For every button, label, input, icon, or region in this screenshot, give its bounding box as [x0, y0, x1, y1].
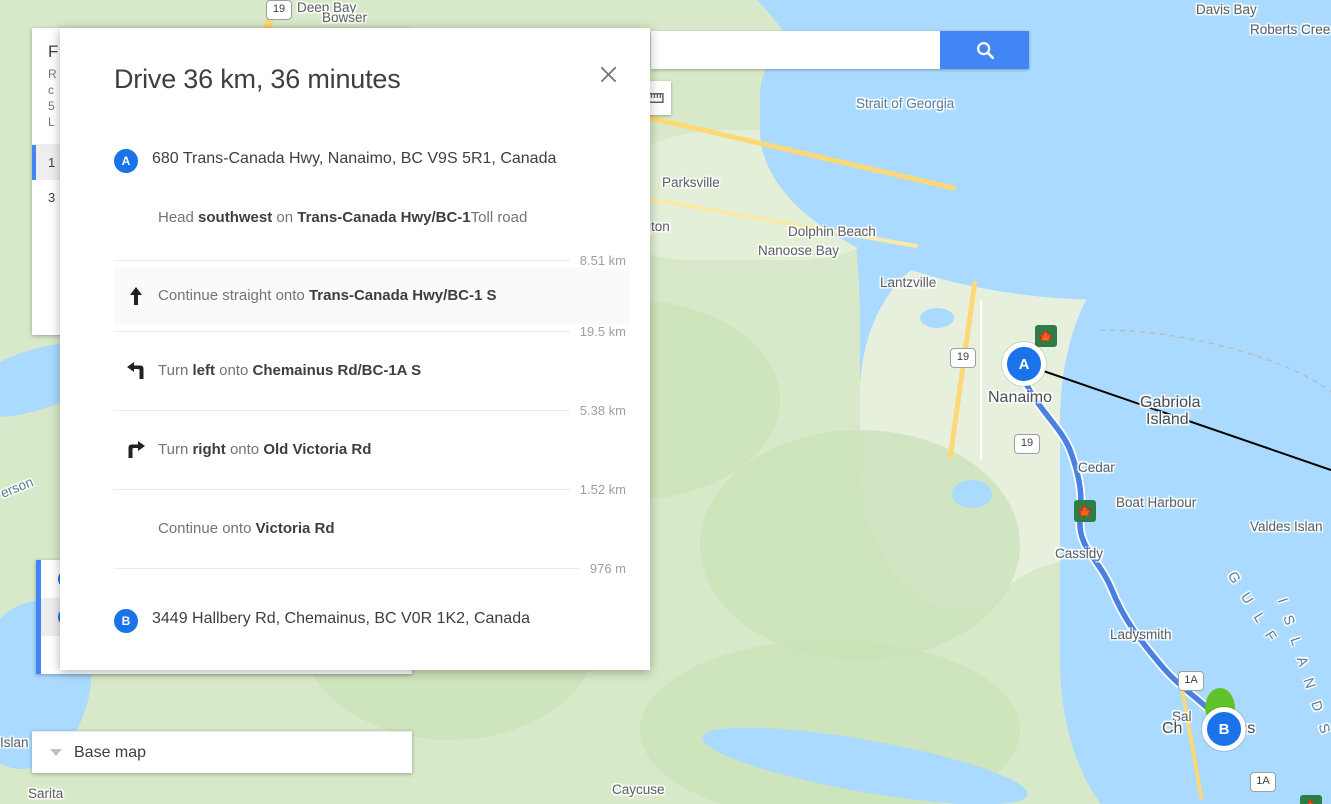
- step-distance: 8.51 km: [579, 253, 626, 268]
- map-label: Cedar: [1078, 460, 1115, 475]
- map-label: Parksville: [662, 175, 720, 190]
- map-label-water: Strait of Georgia: [856, 96, 955, 111]
- map-label: Nanoose Bay: [758, 243, 840, 258]
- step-text: Continue straight onto Trans-Canada Hwy/…: [158, 285, 497, 307]
- search-button[interactable]: [940, 31, 1029, 69]
- map-label: Sarita: [28, 786, 64, 801]
- map-label: Boat Harbour: [1116, 495, 1197, 510]
- head-road: Trans-Canada Hwy/BC-1: [297, 209, 471, 226]
- map-label: Davis Bay: [1196, 2, 1257, 17]
- terrain-shade-2: [700, 430, 1020, 660]
- step-text: Continue onto Victoria Rd: [158, 518, 335, 540]
- water-nanaimo-lakes: [952, 480, 992, 508]
- map-label: Ch: [1162, 720, 1183, 737]
- step-row[interactable]: Continue straight onto Trans-Canada Hwy/…: [114, 268, 630, 324]
- close-icon: [600, 66, 616, 82]
- final-distance: 976 m: [589, 561, 626, 576]
- step-row[interactable]: Turn right onto Old Victoria Rd: [114, 418, 630, 482]
- step-prefix: Turn: [158, 441, 193, 458]
- arrow-straight-icon: [114, 286, 158, 306]
- highway-shield: 19: [950, 348, 976, 368]
- divider-line: [114, 568, 580, 569]
- step-divider: 19.5 km: [114, 324, 630, 339]
- step-distance: 5.38 km: [579, 403, 626, 418]
- step-row[interactable]: Continue onto Victoria Rd: [114, 497, 630, 561]
- park-icon: 🍁: [1074, 500, 1096, 522]
- step-divider-final: 976 m: [114, 561, 630, 576]
- step-direction: right: [192, 441, 226, 458]
- map-label: Islan: [0, 735, 29, 750]
- step-divider: 1.52 km: [114, 482, 630, 497]
- map-marker-b[interactable]: B: [1202, 707, 1246, 751]
- step-divider: 5.38 km: [114, 403, 630, 418]
- highway-shield: 19: [266, 0, 292, 20]
- destination-marker-badge: B: [114, 609, 138, 633]
- highway-shield: 1A: [1250, 772, 1276, 792]
- divider-line: [114, 260, 570, 261]
- map-label: Bowser: [322, 10, 368, 25]
- map-label: Cassidy: [1055, 546, 1104, 561]
- arrow-turn-left-icon: [114, 361, 158, 381]
- divider-line: [114, 410, 570, 411]
- destination-address: 3449 Hallbery Rd, Chemainus, BC V0R 1K2,…: [152, 610, 530, 627]
- divider-line: [114, 331, 570, 332]
- map-search-bar[interactable]: [651, 31, 1029, 69]
- origin-address: 680 Trans-Canada Hwy, Nanaimo, BC V9S 5R…: [152, 150, 557, 167]
- search-icon: [976, 42, 994, 60]
- road-local-nanaimo: [980, 300, 982, 460]
- map-label: Ladysmith: [1110, 627, 1172, 642]
- origin-marker-badge: A: [114, 149, 138, 173]
- map-label: Roberts Cree: [1250, 22, 1331, 37]
- step-prefix: Continue onto: [158, 520, 256, 537]
- map-label: Caycuse: [612, 782, 665, 797]
- divider-line: [114, 489, 570, 490]
- step-text: Turn left onto Chemainus Rd/BC-1A S: [158, 360, 421, 382]
- step-head: Head southwest on Trans-Canada Hwy/BC-1T…: [114, 181, 630, 239]
- park-icon: 🍁: [1300, 795, 1322, 804]
- head-mid: on: [272, 209, 298, 226]
- arrow-turn-right-icon: [114, 440, 158, 460]
- water-lake-small-1: [920, 308, 954, 328]
- step-mid: onto: [214, 362, 253, 379]
- route-origin: A 680 Trans-Canada Hwy, Nanaimo, BC V9S …: [114, 146, 630, 173]
- map-label: Nanaimo: [988, 389, 1053, 406]
- base-map-section[interactable]: Base map: [32, 731, 412, 773]
- head-toll-note: Toll road: [470, 209, 528, 226]
- route-destination: B 3449 Hallbery Rd, Chemainus, BC V0R 1K…: [114, 606, 630, 633]
- step-head-text: Head southwest on Trans-Canada Hwy/BC-1T…: [158, 207, 630, 229]
- collapse-triangle-icon[interactable]: [50, 749, 62, 756]
- base-map-label: Base map: [74, 743, 147, 761]
- map-label: Dolphin Beach: [788, 224, 876, 239]
- step-text: Turn right onto Old Victoria Rd: [158, 439, 371, 461]
- step-row[interactable]: Turn left onto Chemainus Rd/BC-1A S: [114, 339, 630, 403]
- directions-step-list: A 680 Trans-Canada Hwy, Nanaimo, BC V9S …: [114, 146, 630, 641]
- step-divider: 8.51 km: [114, 253, 630, 268]
- park-icon: 🍁: [1035, 325, 1057, 347]
- map-label: Valdes Islan: [1250, 519, 1323, 534]
- step-prefix: Continue straight onto: [158, 287, 309, 304]
- step-road: Trans-Canada Hwy/BC-1 S: [308, 287, 497, 304]
- map-label: Gabriola: [1140, 394, 1201, 411]
- map-label: Island: [1146, 411, 1189, 428]
- step-road: Chemainus Rd/BC-1A S: [252, 362, 422, 379]
- head-prefix: Head: [158, 209, 199, 226]
- close-button[interactable]: [594, 60, 622, 88]
- step-direction: left: [192, 362, 215, 379]
- step-mid: onto: [225, 441, 264, 458]
- highway-shield: 1A: [1178, 671, 1204, 691]
- step-distance: 19.5 km: [579, 324, 626, 339]
- highway-shield: 19: [1014, 434, 1040, 454]
- head-direction: southwest: [198, 209, 273, 226]
- step-road: Old Victoria Rd: [263, 441, 372, 458]
- map-marker-a[interactable]: A: [1002, 342, 1046, 386]
- step-distance: 1.52 km: [579, 482, 626, 497]
- search-input[interactable]: [651, 31, 940, 69]
- directions-dialog[interactable]: Drive 36 km, 36 minutes A 680 Trans-Cana…: [60, 28, 650, 670]
- step-prefix: Turn: [158, 362, 193, 379]
- step-road: Victoria Rd: [255, 520, 335, 537]
- map-label: Lantzville: [880, 275, 937, 290]
- dialog-title: Drive 36 km, 36 minutes: [114, 64, 401, 94]
